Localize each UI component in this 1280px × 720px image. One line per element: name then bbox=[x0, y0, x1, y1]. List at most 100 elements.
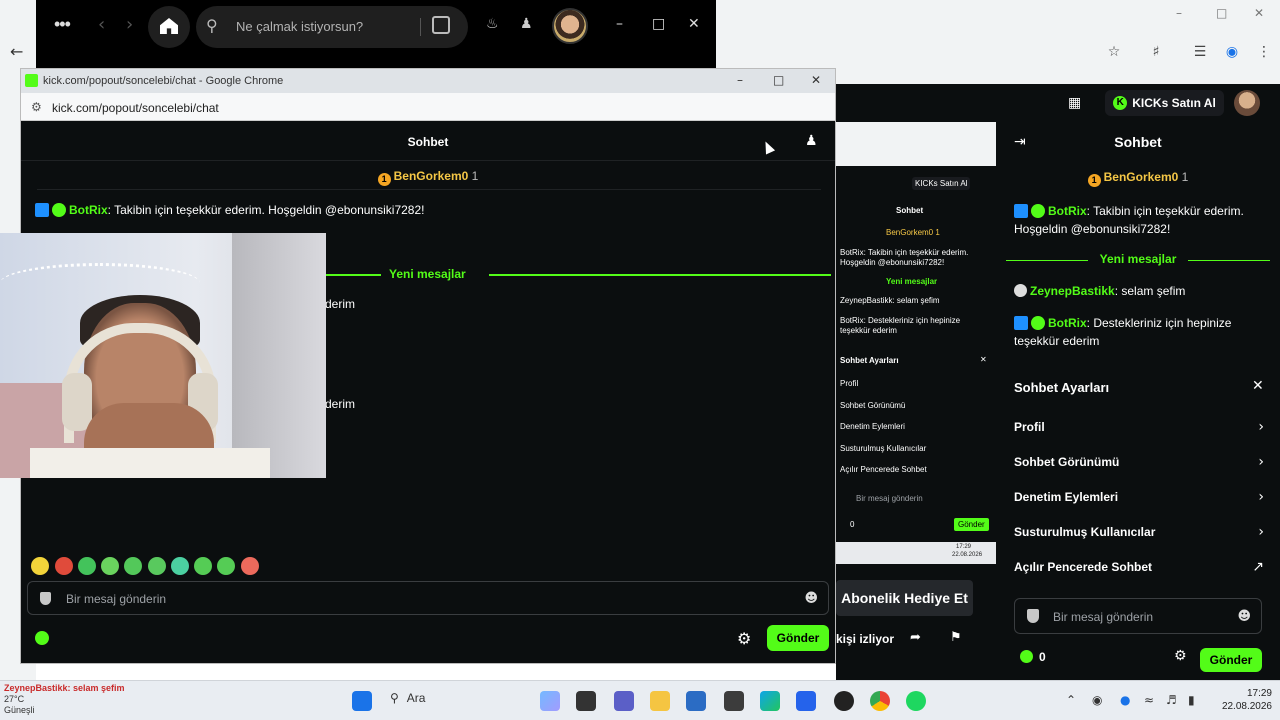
settings-item-muted-users[interactable]: Susturulmuş Kullanıcılar › bbox=[1014, 524, 1264, 540]
task-view-icon[interactable] bbox=[576, 691, 596, 711]
weather-widget[interactable]: ZeynepBastikk: selam şefim 27°C Güneşli bbox=[4, 683, 125, 716]
chevron-up-icon[interactable]: ⌃ bbox=[1066, 693, 1076, 707]
avatar[interactable] bbox=[1233, 90, 1260, 116]
back-arrow-icon[interactable]: ← bbox=[10, 42, 23, 61]
home-icon bbox=[160, 18, 178, 34]
friends-icon[interactable]: ♟ bbox=[520, 16, 533, 32]
battery-icon[interactable]: ▮ bbox=[1188, 693, 1195, 707]
minimize-icon[interactable]: – bbox=[737, 73, 743, 87]
spotify-icon[interactable] bbox=[906, 691, 926, 711]
back-nav-icon[interactable]: ‹ bbox=[98, 14, 105, 35]
nested-kicks-button: KICKs Satın Al bbox=[912, 177, 971, 190]
menu-icon[interactable]: ⋮ bbox=[1254, 42, 1274, 62]
home-button[interactable] bbox=[148, 6, 190, 48]
gift-icon[interactable]: ⚑ bbox=[950, 630, 962, 645]
chrome-icon[interactable] bbox=[870, 691, 890, 711]
forward-nav-icon[interactable]: › bbox=[126, 14, 133, 35]
address-bar[interactable]: ⚙ kick.com/popout/soncelebi/chat bbox=[21, 93, 835, 121]
emote-icon[interactable] bbox=[101, 557, 119, 575]
close-icon[interactable]: ✕ bbox=[688, 16, 700, 32]
emote-icon[interactable] bbox=[148, 557, 166, 575]
system-clock[interactable]: 17:29 22.08.2026 bbox=[1212, 687, 1272, 713]
teams-icon[interactable] bbox=[614, 691, 634, 711]
settings-item-label: Profil bbox=[1014, 420, 1045, 434]
app-icon[interactable] bbox=[796, 691, 816, 711]
store-icon[interactable] bbox=[686, 691, 706, 711]
media-icon[interactable]: ☰ bbox=[1190, 42, 1210, 62]
settings-item-moderation[interactable]: Denetim Eylemleri › bbox=[1014, 489, 1264, 505]
users-icon[interactable]: ♟ bbox=[805, 133, 818, 149]
gear-icon[interactable]: ⚙ bbox=[1174, 648, 1187, 664]
gift-subscription-button[interactable]: Abonelik Hediye Et bbox=[836, 580, 973, 616]
emote-icon[interactable] bbox=[124, 557, 142, 575]
close-icon[interactable]: ✕ bbox=[1252, 378, 1264, 394]
nested-pinned: BenGorkem0 1 bbox=[886, 228, 940, 237]
chat-message-input[interactable]: Bir mesaj gönderin ☻ bbox=[27, 581, 829, 615]
nested-settings-title: Sohbet Ayarları bbox=[840, 356, 899, 365]
kicks-balance[interactable]: 0 bbox=[1020, 650, 1046, 664]
emote-icon[interactable] bbox=[241, 557, 259, 575]
emote-icon[interactable] bbox=[194, 557, 212, 575]
pinned-user[interactable]: BenGorkem0 bbox=[1104, 170, 1179, 184]
file-explorer-icon[interactable] bbox=[650, 691, 670, 711]
send-button[interactable]: Gönder bbox=[1200, 648, 1262, 672]
emote-icon[interactable] bbox=[217, 557, 235, 575]
emoji-icon[interactable]: ☻ bbox=[804, 591, 818, 606]
tray-app-icon[interactable]: ◉ bbox=[1092, 693, 1102, 707]
chat-username[interactable]: BotRix bbox=[1048, 204, 1087, 218]
taskbar-search[interactable]: ⚲ Ara bbox=[390, 691, 425, 705]
nested-settings-item: Susturulmuş Kullanıcılar bbox=[840, 444, 927, 453]
nested-message: ZeynepBastikk: selam şefim bbox=[840, 296, 940, 305]
minimize-icon[interactable]: – bbox=[616, 16, 623, 32]
avatar[interactable] bbox=[552, 8, 588, 44]
divider bbox=[37, 189, 821, 190]
chat-username[interactable]: BotRix bbox=[1048, 316, 1087, 330]
emote-icon[interactable] bbox=[171, 557, 189, 575]
background-minimize-icon[interactable]: – bbox=[1176, 6, 1182, 20]
emote-icon[interactable] bbox=[78, 557, 96, 575]
edge-icon[interactable] bbox=[760, 691, 780, 711]
background-close-icon[interactable]: ✕ bbox=[1254, 6, 1264, 20]
nested-settings-item: Sohbet Görünümü bbox=[840, 401, 906, 410]
gear-icon[interactable]: ⚙ bbox=[737, 629, 751, 648]
microphone-icon[interactable]: ● bbox=[1120, 693, 1130, 707]
chat-message-input[interactable]: Bir mesaj gönderin ☻ bbox=[1014, 598, 1262, 634]
settings-item-profile[interactable]: Profil › bbox=[1014, 419, 1264, 435]
more-options-icon[interactable]: ••• bbox=[54, 14, 71, 35]
chat-username[interactable]: ZeynepBastikk bbox=[1030, 284, 1115, 298]
widgets-icon[interactable] bbox=[540, 691, 560, 711]
buy-kicks-button[interactable]: K KICKs Satın Al bbox=[1105, 90, 1224, 116]
chat-title: Sohbet bbox=[1114, 134, 1162, 150]
emoji-icon[interactable]: ☻ bbox=[1237, 609, 1251, 624]
obs-icon[interactable] bbox=[834, 691, 854, 711]
star-icon[interactable]: ☆ bbox=[1104, 42, 1124, 62]
theater-icon[interactable]: ▦ bbox=[1068, 95, 1081, 111]
settings-item-popout-chat[interactable]: Açılır Pencerede Sohbet ↗ bbox=[1014, 559, 1264, 575]
kick-coin-icon[interactable] bbox=[35, 631, 49, 645]
app-icon[interactable] bbox=[724, 691, 744, 711]
emote-icon[interactable] bbox=[31, 557, 49, 575]
close-icon[interactable]: ✕ bbox=[811, 73, 821, 87]
share-icon[interactable]: ➦ bbox=[910, 630, 921, 645]
bell-icon[interactable]: ♨ bbox=[486, 16, 499, 32]
chevron-right-icon: › bbox=[1258, 524, 1264, 540]
maximize-icon[interactable]: □ bbox=[773, 73, 784, 87]
wifi-icon[interactable]: ≈ bbox=[1144, 693, 1154, 707]
browse-icon[interactable] bbox=[432, 16, 450, 34]
webcam-overlay bbox=[0, 233, 326, 478]
search-input[interactable]: ⚲ Ne çalmak istiyorsun? bbox=[196, 6, 468, 48]
volume-icon[interactable]: ♬ bbox=[1166, 693, 1177, 707]
chat-footer: 0 ⚙ Gönder bbox=[1014, 648, 1262, 672]
background-maximize-icon[interactable]: □ bbox=[1216, 6, 1227, 20]
maximize-icon[interactable]: □ bbox=[652, 16, 665, 32]
pinned-user[interactable]: BenGorkem0 bbox=[394, 169, 469, 183]
emote-icon[interactable] bbox=[55, 557, 73, 575]
profile-icon[interactable]: ◉ bbox=[1222, 42, 1242, 62]
send-button[interactable]: Gönder bbox=[767, 625, 829, 651]
extension-icon[interactable]: ♯ bbox=[1146, 42, 1166, 62]
settings-item-chat-appearance[interactable]: Sohbet Görünümü › bbox=[1014, 454, 1264, 470]
site-info-icon[interactable]: ⚙ bbox=[31, 100, 42, 114]
kick-header: ▦ K KICKs Satın Al bbox=[996, 84, 1280, 122]
start-icon[interactable] bbox=[352, 691, 372, 711]
chat-username[interactable]: BotRix bbox=[69, 203, 108, 217]
